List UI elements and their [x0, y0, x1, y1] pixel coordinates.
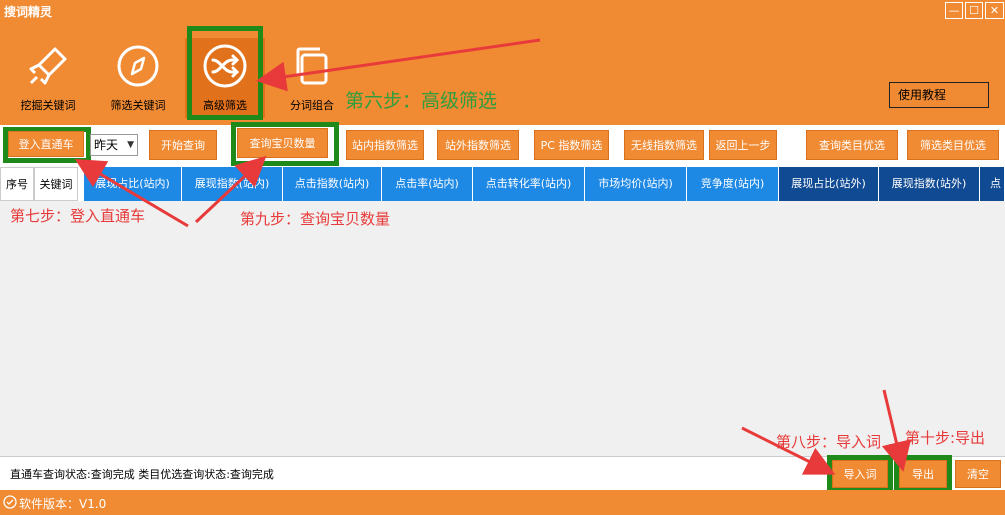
- filter-in-site-button[interactable]: 站内指数筛选: [346, 130, 424, 160]
- category-query-button[interactable]: 查询类目优选: [806, 130, 898, 160]
- filter-pc-button[interactable]: PC 指数筛选: [534, 130, 609, 160]
- annotation-step8: 第八步：导入词: [776, 433, 882, 451]
- annotation-step6: 第六步：高级筛选: [345, 90, 498, 112]
- export-button[interactable]: 导出: [899, 460, 947, 488]
- app-window: 搜词精灵 — ☐ ✕ 挖掘关键词 筛选关键词 高级筛选 分词组合 使用教程 第六…: [0, 0, 1005, 515]
- day-select[interactable]: 昨天 ▼: [90, 134, 138, 156]
- data-grid-body[interactable]: [0, 201, 1005, 456]
- annotation-step7: 第七步：登入直通车: [10, 207, 146, 225]
- column-header[interactable]: 市场均价(站内): [585, 167, 687, 201]
- window-title: 搜词精灵: [4, 5, 53, 19]
- copy-icon: [296, 47, 328, 85]
- column-header[interactable]: 点击指数(站内): [283, 167, 382, 201]
- tool-label: 筛选关键词: [110, 99, 166, 112]
- rocket-icon: [29, 47, 67, 85]
- action-button-row: 登入直通车 昨天 ▼ 开始查询 查询宝贝数量 站内指数筛选 站外指数筛选 PC …: [0, 122, 1005, 167]
- column-header[interactable]: 点击率(站内): [382, 167, 473, 201]
- status-row: 直通车查询状态:查询完成 类目优选查询状态:查询完成 导入词 导出 清空: [0, 455, 1005, 493]
- filter-out-site-button[interactable]: 站外指数筛选: [437, 130, 519, 160]
- highlight-frame: [187, 26, 263, 120]
- compass-icon: [117, 45, 159, 87]
- check-circle-icon: [3, 495, 17, 509]
- column-header[interactable]: 展现指数(站外): [879, 167, 980, 201]
- query-count-button[interactable]: 查询宝贝数量: [237, 128, 328, 158]
- start-query-button[interactable]: 开始查询: [149, 130, 217, 160]
- column-header[interactable]: 序号: [0, 167, 34, 201]
- column-header[interactable]: 展现占比(站内): [84, 167, 182, 201]
- annotation-step10: 第十步:导出: [905, 429, 986, 447]
- column-header[interactable]: 点: [980, 167, 1005, 201]
- chevron-down-icon: ▼: [127, 140, 134, 150]
- filter-wireless-button[interactable]: 无线指数筛选: [624, 130, 704, 160]
- column-header[interactable]: 展现占比(站外): [779, 167, 879, 201]
- grid-header: 序号 关键词 展现占比(站内) 展现指数(站内) 点击指数(站内) 点击率(站内…: [0, 167, 1005, 201]
- tool-label: 挖掘关键词: [20, 99, 76, 112]
- tool-word-combo[interactable]: 分词组合: [272, 38, 352, 118]
- column-header[interactable]: 竞争度(站内): [687, 167, 779, 201]
- main-toolbar: 挖掘关键词 筛选关键词 高级筛选 分词组合 使用教程: [0, 22, 1005, 125]
- tool-filter-keywords[interactable]: 筛选关键词: [98, 38, 178, 118]
- login-button[interactable]: 登入直通车: [8, 131, 84, 157]
- maximize-button[interactable]: ☐: [965, 2, 983, 19]
- minimize-button[interactable]: —: [945, 2, 963, 19]
- clear-button[interactable]: 清空: [955, 460, 1001, 488]
- column-header[interactable]: 展现指数(站内): [182, 167, 283, 201]
- tool-mine-keywords[interactable]: 挖掘关键词: [8, 38, 88, 118]
- footer-bar: 软件版本：V1.0: [0, 490, 1005, 515]
- column-header[interactable]: 关键词: [34, 167, 78, 201]
- annotation-step9: 第九步：查询宝贝数量: [240, 210, 391, 228]
- day-select-value: 昨天: [94, 138, 119, 152]
- import-words-button[interactable]: 导入词: [832, 460, 888, 488]
- close-button[interactable]: ✕: [985, 2, 1004, 19]
- status-text: 直通车查询状态:查询完成 类目优选查询状态:查询完成: [10, 468, 274, 481]
- version-text: 软件版本：V1.0: [19, 497, 107, 511]
- back-button[interactable]: 返回上一步: [709, 130, 777, 160]
- help-tutorial-button[interactable]: 使用教程: [889, 82, 989, 108]
- title-bar: 搜词精灵 — ☐ ✕: [0, 0, 1005, 22]
- category-filter-button[interactable]: 筛选类目优选: [907, 130, 999, 160]
- column-header[interactable]: 点击转化率(站内): [473, 167, 585, 201]
- tool-label: 分词组合: [290, 99, 334, 112]
